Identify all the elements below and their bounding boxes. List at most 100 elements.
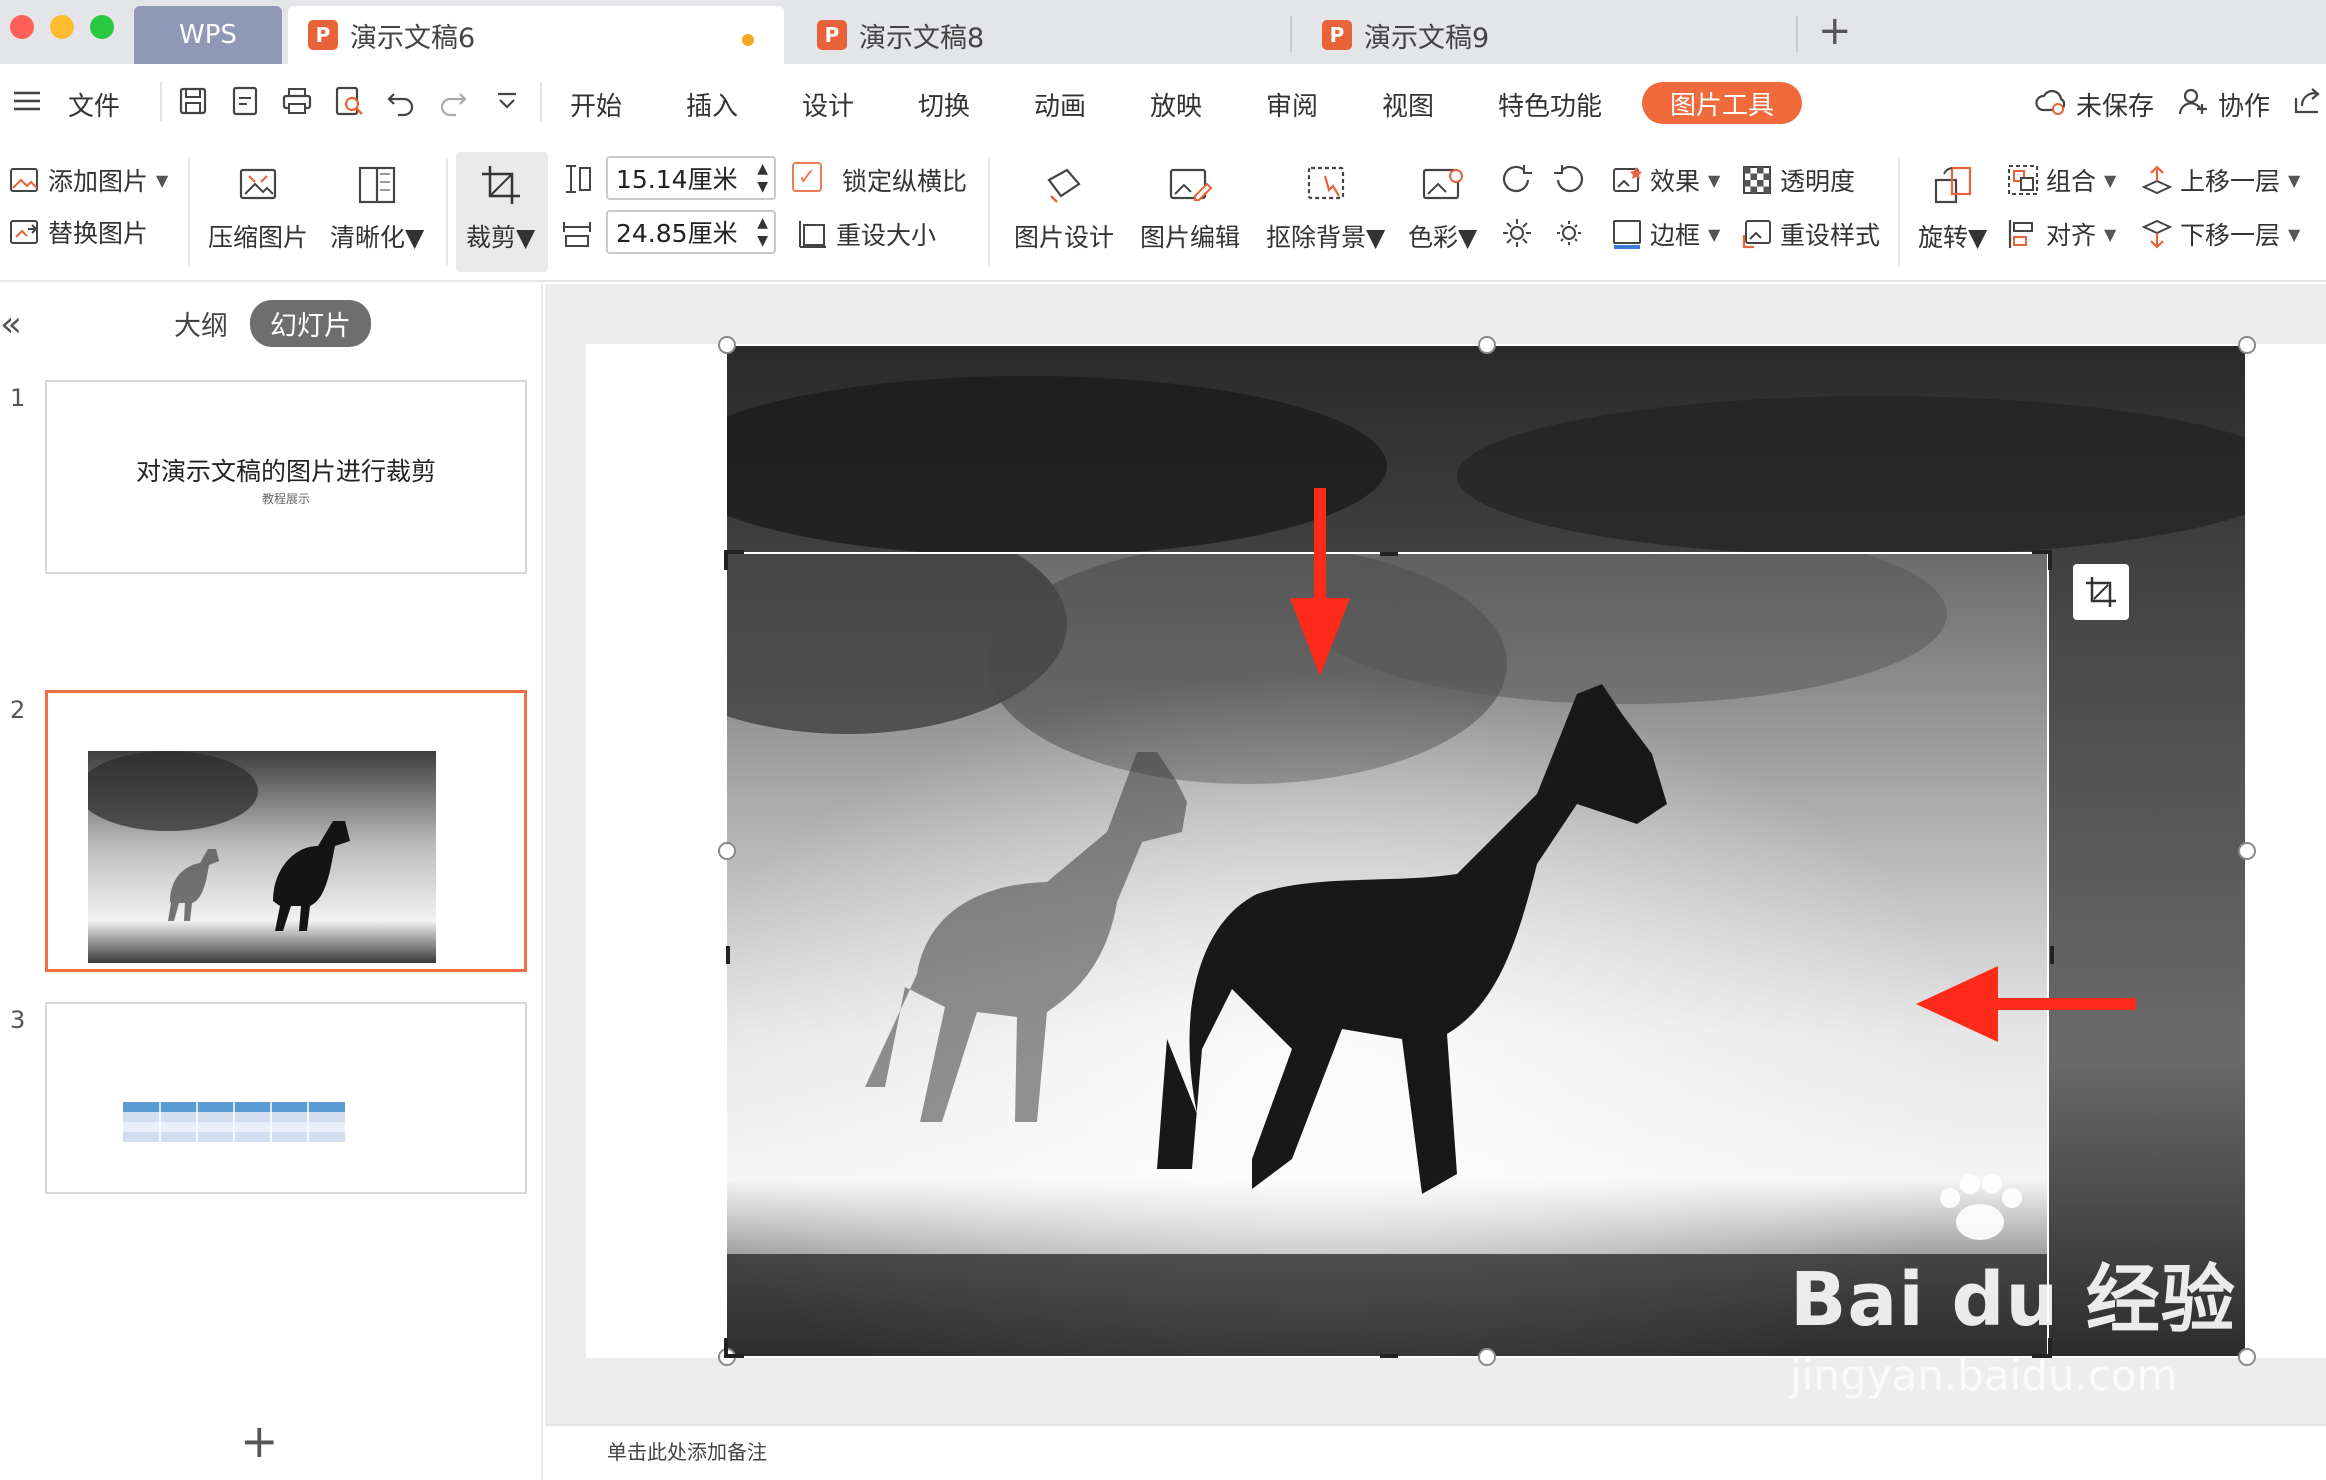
menu-special-features[interactable]: 特色功能 xyxy=(1498,86,1602,123)
menu-picture-tools[interactable]: 图片工具 xyxy=(1642,82,1802,124)
picture-edit-label: 图片编辑 xyxy=(1140,223,1241,252)
color-button[interactable]: 色彩▼ xyxy=(1408,162,1477,254)
remove-background-button[interactable]: 抠除背景▼ xyxy=(1266,162,1385,254)
doc-tab-6[interactable]: P 演示文稿6 xyxy=(288,6,784,64)
menu-slideshow[interactable]: 放映 xyxy=(1150,86,1202,123)
reset-size-label: 重设大小 xyxy=(836,221,937,250)
menu-view[interactable]: 视图 xyxy=(1382,86,1434,123)
send-backward-icon xyxy=(2141,219,2173,249)
redo-icon[interactable] xyxy=(436,84,470,118)
reset-style-button[interactable]: 重设样式 xyxy=(1740,216,1880,252)
presentation-icon: P xyxy=(308,20,338,50)
width-input[interactable]: 24.85厘米 ▲ ▼ xyxy=(606,210,776,254)
save-icon[interactable] xyxy=(176,84,210,118)
doc-tab-8[interactable]: P 演示文稿8 xyxy=(797,6,1287,64)
doc-tab-9[interactable]: P 演示文稿9 xyxy=(1302,6,1792,64)
collapse-panel-button[interactable]: « xyxy=(0,304,22,345)
slide-thumbnail-2[interactable] xyxy=(45,690,527,972)
unsaved-status[interactable]: 未保存 xyxy=(2076,86,2154,123)
decrease-brightness-icon[interactable] xyxy=(1552,216,1592,250)
export-pdf-icon[interactable] xyxy=(228,84,262,118)
customize-toolbar-chevron-icon[interactable] xyxy=(490,84,524,118)
resize-handle-top-right[interactable] xyxy=(2238,336,2256,354)
add-picture-button[interactable]: 添加图片 ▼ xyxy=(8,162,168,198)
increase-brightness-icon[interactable] xyxy=(1500,216,1540,250)
print-icon[interactable] xyxy=(280,84,314,118)
lock-ratio-checkbox[interactable]: ✓ xyxy=(792,162,822,192)
picture-design-label: 图片设计 xyxy=(1014,223,1115,252)
close-window-button[interactable] xyxy=(10,15,34,39)
watermark-text: Bai du 经验 xyxy=(1790,1257,2236,1343)
transparency-button[interactable]: 透明度 xyxy=(1740,162,1855,198)
replace-picture-icon xyxy=(10,220,38,244)
notes-area[interactable]: 单击此处添加备注 xyxy=(545,1424,2326,1480)
minimize-window-button[interactable] xyxy=(50,15,74,39)
send-backward-button[interactable]: 下移一层 ▼ xyxy=(2140,216,2300,252)
crop-button[interactable]: 裁剪▼ xyxy=(466,162,535,254)
maximize-window-button[interactable] xyxy=(90,15,114,39)
doc-tab-label: 演示文稿8 xyxy=(859,22,985,54)
menu-animation[interactable]: 动画 xyxy=(1034,86,1086,123)
align-button[interactable]: 对齐 ▼ xyxy=(2006,216,2116,252)
resize-handle-top-left[interactable] xyxy=(718,336,736,354)
slide-panel: « 大纲 幻灯片 1 对演示文稿的图片进行裁剪 教程展示 2 3 + xyxy=(0,284,543,1480)
menu-insert[interactable]: 插入 xyxy=(686,86,738,123)
menu-review[interactable]: 审阅 xyxy=(1266,86,1318,123)
compress-picture-button[interactable]: 压缩图片 xyxy=(208,162,308,254)
crop-label: 裁剪▼ xyxy=(466,218,535,254)
picture-edit-button[interactable]: 图片编辑 xyxy=(1140,162,1240,254)
reset-size-button[interactable]: 重设大小 xyxy=(796,216,936,252)
ribbon-divider xyxy=(988,158,990,266)
print-preview-icon[interactable] xyxy=(332,84,366,118)
color-icon xyxy=(1422,168,1463,200)
picture-design-button[interactable]: 图片设计 xyxy=(1014,162,1114,254)
group-icon xyxy=(2008,165,2038,195)
crop-icon[interactable] xyxy=(2073,564,2129,620)
remove-background-label: 抠除背景▼ xyxy=(1266,218,1385,254)
effects-label: 效果 xyxy=(1650,167,1701,196)
rotate-button[interactable]: 旋转▼ xyxy=(1918,162,1987,254)
doc-tab-label: 演示文稿6 xyxy=(350,22,476,54)
height-input[interactable]: 15.14厘米 ▲ ▼ xyxy=(606,156,776,200)
tab-slides[interactable]: 幻灯片 xyxy=(250,300,371,347)
new-tab-button[interactable]: + xyxy=(1818,8,1852,54)
share-icon[interactable] xyxy=(2290,84,2324,118)
menu-transitions[interactable]: 切换 xyxy=(918,86,970,123)
slide-thumbnail-1[interactable]: 对演示文稿的图片进行裁剪 教程展示 xyxy=(45,380,527,574)
bring-forward-button[interactable]: 上移一层 ▼ xyxy=(2140,162,2300,198)
add-picture-label: 添加图片 xyxy=(48,167,149,196)
menu-home[interactable]: 开始 xyxy=(570,86,622,123)
width-stepper-icon[interactable]: ▲ ▼ xyxy=(757,214,768,250)
menu-file[interactable]: 文件 xyxy=(68,86,120,123)
ribbon-divider xyxy=(1898,158,1900,266)
hamburger-menu-icon[interactable] xyxy=(10,84,44,118)
add-slide-button[interactable]: + xyxy=(240,1414,279,1468)
resize-handle-top[interactable] xyxy=(1478,336,1496,354)
send-backward-label: 下移一层 xyxy=(2180,221,2281,250)
rotate-text: 旋转 xyxy=(1918,223,1969,252)
border-button[interactable]: 边框 ▼ xyxy=(1610,216,1720,252)
sharpen-button[interactable]: 清晰化▼ xyxy=(330,162,424,254)
collaborate-button[interactable]: 协作 xyxy=(2218,86,2270,123)
slide-thumbnail-3[interactable] xyxy=(45,1002,527,1194)
tab-outline[interactable]: 大纲 xyxy=(174,304,228,343)
sharpen-text: 清晰化 xyxy=(330,223,406,252)
height-stepper-icon[interactable]: ▲ ▼ xyxy=(757,160,768,196)
compress-picture-label: 压缩图片 xyxy=(208,223,309,252)
slide-number: 1 xyxy=(10,384,26,412)
chevron-down-icon: ▼ xyxy=(516,223,536,252)
unsaved-dot-icon xyxy=(742,34,754,46)
increase-contrast-icon[interactable] xyxy=(1500,162,1540,196)
effects-button[interactable]: 效果 ▼ xyxy=(1610,162,1720,198)
resize-handle-bottom-right[interactable] xyxy=(2238,1348,2256,1366)
horses-thumbnail-image xyxy=(88,751,436,963)
undo-icon[interactable] xyxy=(384,84,418,118)
resize-handle-right[interactable] xyxy=(2238,842,2256,860)
replace-picture-button[interactable]: 替换图片 xyxy=(8,214,148,250)
decrease-contrast-icon[interactable] xyxy=(1552,162,1592,196)
wps-home-tab[interactable]: WPS xyxy=(134,6,282,64)
menu-design[interactable]: 设计 xyxy=(802,86,854,123)
crop-text: 裁剪 xyxy=(466,223,517,252)
border-label: 边框 xyxy=(1650,221,1701,250)
group-button[interactable]: 组合 ▼ xyxy=(2006,162,2116,198)
